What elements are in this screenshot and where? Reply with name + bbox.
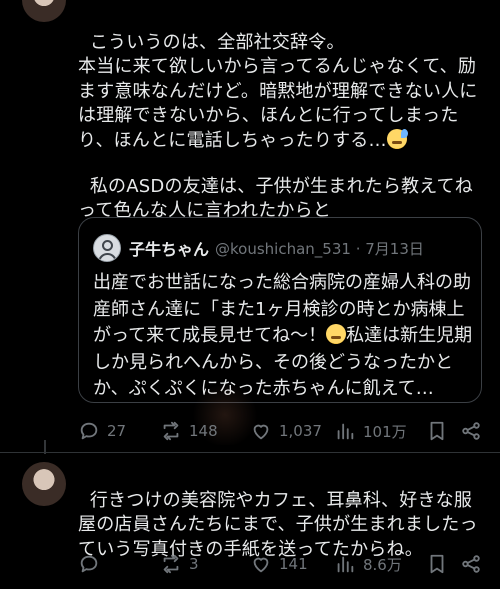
avatar-reply[interactable] <box>22 462 66 506</box>
pleading-face-emoji <box>326 324 347 344</box>
share-icon <box>462 422 480 440</box>
reply-icon <box>80 422 98 440</box>
quote-avatar[interactable] <box>93 234 121 262</box>
quote-tweet-card[interactable]: 子牛ちゃん @koushichan_531 · 7月13日 出産でお世話になった… <box>78 217 482 403</box>
share-button[interactable] <box>460 416 482 446</box>
tweet-divider <box>0 452 500 453</box>
tweet-body-second-paragraph: 私のASDの友達は、子供が生まれたら教えてねって色んな人に言われたからと <box>78 150 488 224</box>
view-count: 101万 <box>363 422 407 441</box>
quote-tweet-text: 出産でお世話になった総合病院の産婦人科の助産師さん達に「また1ヶ月検診の時とか病… <box>93 270 473 402</box>
bar-chart-icon <box>337 556 354 573</box>
tweet-text-second: 私のASDの友達は、子供が生まれたら教えてねって色んな人に言われたからと <box>78 175 473 222</box>
heart-icon <box>253 557 269 573</box>
default-avatar-head-icon <box>102 240 113 251</box>
share-icon <box>462 555 480 573</box>
tweet-action-bar: 27 148 1,037 101万 <box>78 416 482 446</box>
tweet-body: こういうのは、全部社交辞令。 本当に来て欲しいから言ってるんじゃなくて、励ます意… <box>78 6 488 153</box>
retweet-icon <box>163 554 179 574</box>
quote-header: 子牛ちゃん @koushichan_531 · 7月13日 <box>93 232 424 264</box>
heart-icon <box>253 424 269 440</box>
retweet-count-2: 3 <box>189 555 199 573</box>
quote-author-name[interactable]: 子牛ちゃん <box>129 236 209 260</box>
bookmark-button[interactable] <box>426 416 460 446</box>
view-count-2: 8.6万 <box>363 555 402 574</box>
bookmark-icon <box>430 554 444 574</box>
views-button[interactable]: 101万 <box>334 416 426 446</box>
retweet-count: 148 <box>189 422 218 440</box>
reply-tweet-action-bar: 3 141 8.6万 <box>78 549 482 579</box>
share-button-2[interactable] <box>460 549 482 579</box>
bookmark-icon <box>430 421 444 441</box>
tweet-text-main: こういうのは、全部社交辞令。 本当に来て欲しいから言ってるんじゃなくて、励ます意… <box>78 31 478 151</box>
bookmark-button-2[interactable] <box>426 549 460 579</box>
reply-tweet-body: 行きつけの美容院やカフェ、耳鼻科、好きな服屋の店員さんたちにまで、子供が生まれま… <box>78 464 486 562</box>
reply-count: 27 <box>107 422 127 440</box>
retweet-button[interactable]: 148 <box>160 416 250 446</box>
like-button-2[interactable]: 141 <box>250 549 334 579</box>
like-count: 1,037 <box>279 422 322 440</box>
retweet-button-2[interactable]: 3 <box>160 549 250 579</box>
reply-button[interactable]: 27 <box>78 416 160 446</box>
bar-chart-icon <box>337 423 354 440</box>
like-count-2: 141 <box>279 555 308 573</box>
like-button[interactable]: 1,037 <box>250 416 334 446</box>
default-avatar-body-icon <box>98 253 117 261</box>
sweat-face-emoji <box>386 128 408 149</box>
reply-button-2[interactable] <box>78 549 160 579</box>
avatar[interactable] <box>22 0 66 22</box>
views-button-2[interactable]: 8.6万 <box>334 549 426 579</box>
retweet-icon <box>163 421 179 441</box>
quote-author-handle[interactable]: @koushichan_531 · 7月13日 <box>215 238 424 259</box>
reply-icon <box>80 555 98 573</box>
